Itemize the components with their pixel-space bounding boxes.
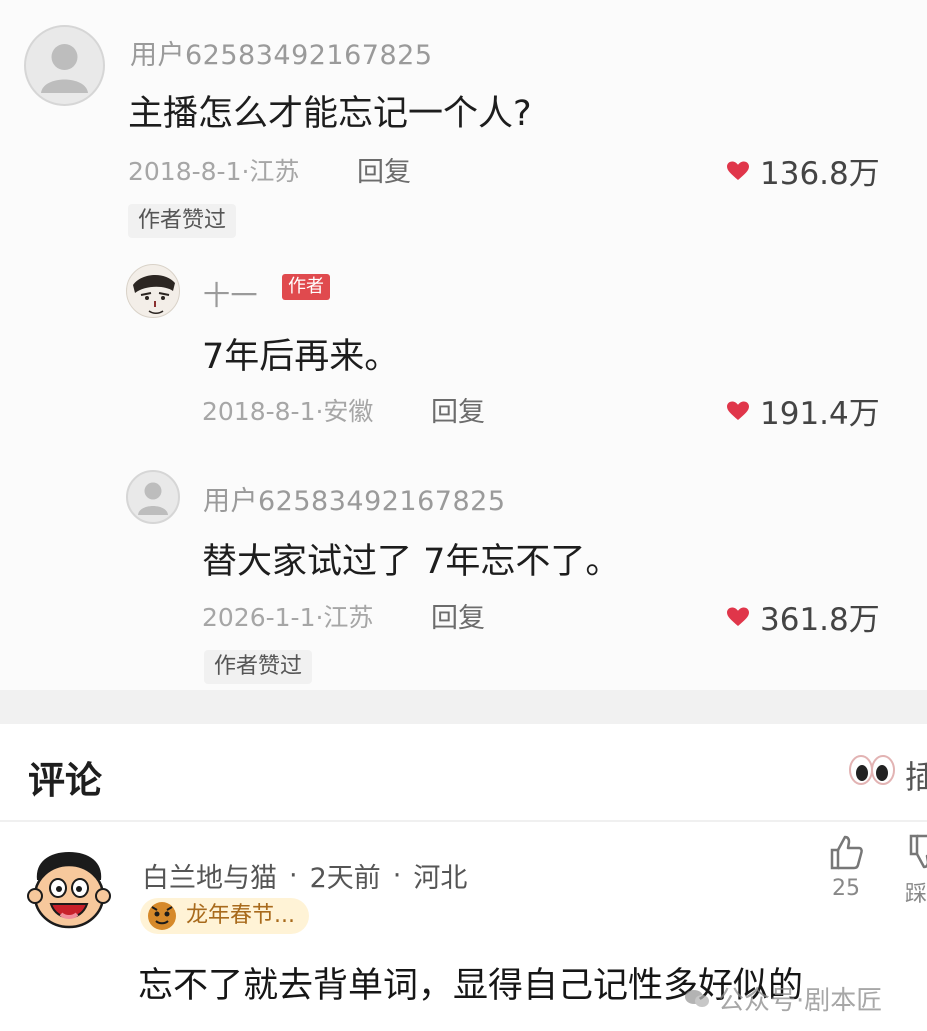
festival-badge[interactable]: 龙年春节... — [140, 898, 309, 934]
reply-button[interactable]: 回复 — [431, 390, 485, 429]
reply-meta: 2018-8-1·安徽 — [202, 397, 374, 426]
comment-author-line: 白兰地与猫 · 2天前 · 河北 — [142, 856, 467, 895]
author-avatar[interactable] — [126, 264, 180, 318]
eyes-icon[interactable] — [848, 752, 896, 792]
default-user-icon — [41, 44, 88, 93]
comment-meta: 2018-8-1·江苏 — [128, 157, 300, 186]
author-badge: 作者 — [282, 274, 330, 300]
reply-button[interactable]: 回复 — [431, 596, 485, 635]
heart-icon — [727, 401, 749, 420]
cartoon-avatar[interactable] — [27, 848, 111, 936]
like-button[interactable]: 361.8万 — [726, 594, 880, 639]
insert-label[interactable]: 插 — [905, 752, 927, 798]
heart-icon — [727, 161, 749, 180]
watermark-text: 公众号·剧本匠 — [718, 986, 883, 1016]
author-username[interactable]: 十一 — [203, 274, 258, 313]
like-count: 191.4万 — [760, 396, 880, 432]
avatar[interactable] — [126, 470, 180, 524]
default-user-icon — [138, 482, 168, 515]
comment-location: 河北 — [413, 863, 468, 894]
like-button[interactable]: 136.8万 — [726, 148, 880, 193]
comments-title: 评论 — [28, 759, 102, 802]
reply-username[interactable]: 用户62583492167825 — [203, 479, 506, 518]
reply-text: 7年后再来。 — [202, 337, 400, 377]
comment-text: 主播怎么才能忘记一个人? — [128, 94, 532, 134]
tiger-badge-icon — [148, 902, 176, 930]
reply-text: 替大家试过了 7年忘不了。 — [202, 542, 621, 582]
separator-dot: · — [392, 860, 402, 891]
thumbs-up-icon — [830, 835, 863, 870]
thumbs-down-icon — [909, 834, 927, 869]
like-button[interactable]: 191.4万 — [726, 388, 880, 433]
author-liked-tag: 作者赞过 — [204, 650, 313, 684]
avatar[interactable] — [24, 25, 105, 106]
like-count: 136.8万 — [760, 156, 880, 192]
comment-time: 2天前 — [309, 863, 381, 894]
like-count: 25 — [832, 876, 860, 901]
sketch-portrait-icon — [133, 274, 175, 314]
thumbs-down-button[interactable]: 踩 — [905, 832, 927, 908]
separator-dot: · — [289, 860, 298, 891]
chat-bubble-icon — [685, 989, 709, 1007]
reply-button[interactable]: 回复 — [357, 150, 411, 189]
section-divider — [0, 690, 927, 724]
header-divider — [0, 820, 927, 822]
author-liked-tag: 作者赞过 — [128, 204, 237, 238]
heart-icon — [727, 607, 749, 626]
comment-username[interactable]: 白兰地与猫 — [142, 856, 277, 895]
comment-username[interactable]: 用户62583492167825 — [130, 33, 433, 72]
dislike-label: 踩 — [905, 882, 927, 907]
reply-meta: 2026-1-1·江苏 — [202, 603, 374, 632]
thumbs-up-button[interactable]: 25 — [824, 832, 868, 901]
watermark: 公众号·剧本匠 — [684, 980, 882, 1017]
like-count: 361.8万 — [760, 602, 880, 638]
